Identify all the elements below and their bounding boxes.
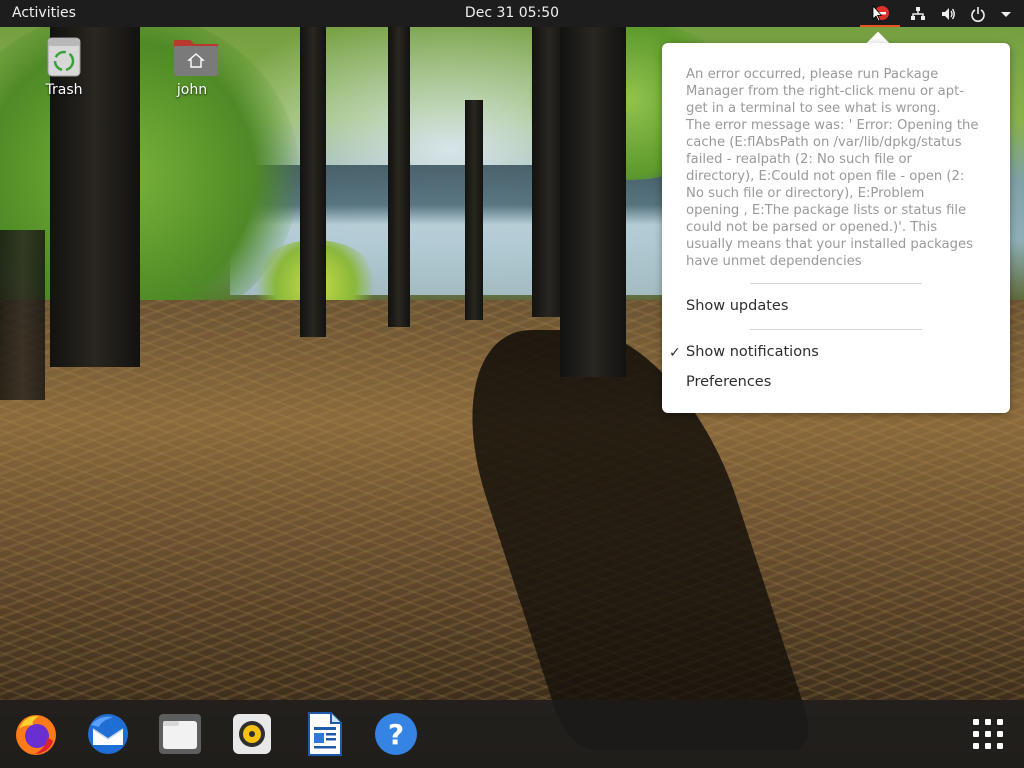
desktop-icon-home-folder[interactable]: john [157, 34, 227, 98]
software-update-indicator[interactable] [860, 0, 900, 27]
dock-item-firefox[interactable] [12, 710, 60, 758]
software-update-error-icon [872, 4, 889, 22]
home-folder-icon [172, 34, 218, 78]
desktop-icon-label: Trash [45, 82, 83, 98]
clock-button[interactable]: Dec 31 05:50 [465, 5, 559, 21]
checkmark-icon: ✓ [669, 345, 681, 361]
power-icon [971, 6, 985, 22]
libreoffice-writer-icon [308, 712, 342, 756]
trash-icon [44, 34, 84, 78]
show-applications-button[interactable] [964, 710, 1012, 758]
files-icon [159, 714, 201, 754]
help-icon: ? [375, 713, 417, 755]
dock-item-help[interactable]: ? [372, 710, 420, 758]
network-indicator[interactable] [910, 0, 926, 27]
error-message-text: An error occurred, please run Package Ma… [686, 67, 979, 269]
network-icon [911, 6, 925, 20]
system-tray[interactable] [910, 0, 1012, 27]
help-glyph: ? [388, 718, 404, 751]
desktop-icon-label: john [176, 82, 208, 98]
menu-separator [750, 329, 922, 330]
rhythmbox-icon [233, 714, 271, 754]
thunderbird-icon [88, 714, 128, 754]
activities-button[interactable]: Activities [12, 5, 76, 21]
dock-item-libreoffice-writer[interactable] [300, 710, 348, 758]
system-menu-toggle[interactable] [1000, 0, 1012, 27]
desktop-icon-trash[interactable]: Trash [29, 34, 99, 98]
dock-item-thunderbird[interactable] [84, 710, 132, 758]
software-update-menu: An error occurred, please run Package Ma… [662, 43, 1010, 413]
volume-icon [942, 7, 955, 20]
preferences-menu-item[interactable]: Preferences [686, 374, 771, 390]
dock-item-rhythmbox[interactable] [228, 710, 276, 758]
menu-separator [750, 283, 922, 284]
dock: ? [0, 700, 1024, 768]
top-bar: Activities Dec 31 05:50 [0, 0, 1024, 27]
dock-item-files[interactable] [156, 710, 204, 758]
show-notifications-menu-item[interactable]: Show notifications [686, 344, 819, 360]
chevron-down-icon [1001, 11, 1011, 17]
power-indicator[interactable] [970, 0, 986, 27]
show-updates-menu-item[interactable]: Show updates [686, 298, 788, 314]
volume-indicator[interactable] [940, 0, 956, 27]
firefox-icon [16, 715, 56, 755]
app-grid-icon [973, 719, 1003, 749]
